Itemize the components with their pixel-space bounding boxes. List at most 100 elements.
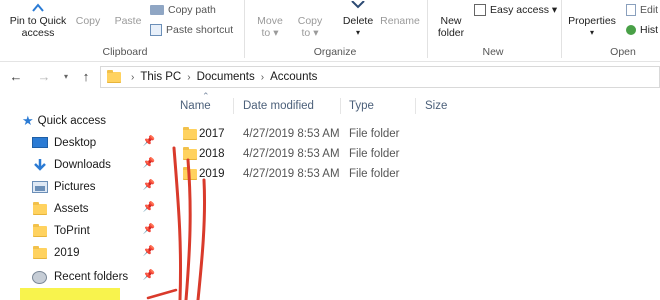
delete-button[interactable]: Delete ▾ xyxy=(338,1,378,39)
edit-button[interactable]: Edit xyxy=(626,4,658,16)
pinned-icon: 📌 xyxy=(142,270,155,281)
column-header-date-modified[interactable]: Date modified xyxy=(243,94,314,118)
history-button[interactable]: Hist xyxy=(626,24,658,36)
pin-label-line2: access xyxy=(21,27,55,39)
file-date-modified: 4/27/2019 8:53 AM xyxy=(243,148,340,160)
easy-access-button[interactable]: Easy access ▾ xyxy=(474,4,557,16)
copy-label: Copy xyxy=(75,15,101,27)
up-button[interactable]: ↑ xyxy=(78,68,94,86)
back-button[interactable]: ← xyxy=(8,68,24,86)
paste-shortcut-label: Paste shortcut xyxy=(166,24,234,36)
copy-to-button[interactable]: Copy to ▾ xyxy=(293,15,327,39)
copy-button[interactable]: Copy xyxy=(72,15,104,27)
recent-locations-dropdown[interactable]: ▾ xyxy=(58,68,74,86)
ribbon-divider xyxy=(244,0,245,58)
file-date-modified: 4/27/2019 8:53 AM xyxy=(243,168,340,180)
nav-item-recent-folders[interactable]: Recent folders 📌 xyxy=(0,266,165,288)
address-box[interactable]: › This PC › Documents › Accounts xyxy=(100,66,660,88)
pin-label-line1: Pin to Quick xyxy=(9,15,67,27)
new-folder-label-1: New xyxy=(440,15,462,27)
ribbon-divider xyxy=(427,0,428,58)
open-group-label: Open xyxy=(610,46,636,58)
pinned-icon: 📌 xyxy=(142,158,155,169)
nav-item-assets[interactable]: Assets 📌 xyxy=(0,198,165,220)
file-row-2017[interactable]: 2017 4/27/2019 8:53 AM File folder xyxy=(180,124,600,144)
nav-item-pictures[interactable]: Pictures 📌 xyxy=(0,176,165,198)
copy-to-label-2: to ▾ xyxy=(301,27,319,39)
column-header-name[interactable]: ⌃ Name xyxy=(180,91,240,118)
pin-to-quick-access-button[interactable]: Pin to Quick access xyxy=(2,3,74,39)
nav-item-label: Assets xyxy=(54,203,89,215)
nav-item-desktop[interactable]: Desktop 📌 xyxy=(0,132,165,154)
nav-item-label: Downloads xyxy=(54,159,111,171)
pin-icon xyxy=(32,3,44,12)
column-header-type[interactable]: Type xyxy=(349,94,374,118)
delete-label: Delete xyxy=(342,15,374,27)
file-name: 2018 xyxy=(199,148,225,160)
pinned-icon: 📌 xyxy=(142,180,155,191)
folder-icon xyxy=(32,202,48,216)
clipboard-group-label: Clipboard xyxy=(102,46,148,58)
easy-access-label: Easy access ▾ xyxy=(490,4,558,16)
rename-label: Rename xyxy=(380,15,420,27)
edit-label: Edit xyxy=(640,4,659,16)
folder-icon xyxy=(32,246,48,260)
paste-shortcut-icon xyxy=(150,24,162,36)
paste-label: Paste xyxy=(114,15,142,27)
nav-quick-access-label: Quick access xyxy=(37,115,107,127)
column-header-size[interactable]: Size xyxy=(425,94,447,118)
column-divider[interactable] xyxy=(415,98,416,114)
move-to-label-2: to ▾ xyxy=(261,27,279,39)
nav-item-toprint[interactable]: ToPrint 📌 xyxy=(0,220,165,242)
file-row-2019[interactable]: 2019 4/27/2019 8:53 AM File folder xyxy=(180,164,600,184)
sort-up-icon: ⌃ xyxy=(202,91,210,101)
recent-folders-icon xyxy=(32,270,48,284)
folder-icon xyxy=(32,224,48,238)
column-divider[interactable] xyxy=(340,98,341,114)
copy-to-label-1: Copy xyxy=(297,15,323,27)
breadcrumb-this-pc[interactable]: This PC xyxy=(140,71,181,83)
nav-item-label: ToPrint xyxy=(54,225,90,237)
star-icon: ★ xyxy=(22,113,34,128)
nav-item-downloads[interactable]: Downloads 📌 xyxy=(0,154,165,176)
new-folder-button[interactable]: New folder xyxy=(432,15,470,39)
copy-path-icon xyxy=(150,5,164,15)
file-type: File folder xyxy=(349,128,400,140)
breadcrumb-documents[interactable]: Documents xyxy=(197,71,255,83)
rename-button[interactable]: Rename xyxy=(378,15,422,27)
move-to-label-1: Move xyxy=(257,15,283,27)
breadcrumb-accounts[interactable]: Accounts xyxy=(270,71,317,83)
file-name: 2019 xyxy=(199,168,225,180)
folder-icon xyxy=(183,127,197,140)
paste-shortcut-button[interactable]: Paste shortcut xyxy=(150,24,233,36)
column-header-type-label: Type xyxy=(349,100,374,112)
nav-quick-access[interactable]: ★ Quick access xyxy=(22,110,165,132)
forward-button[interactable]: → xyxy=(36,68,52,86)
properties-label: Properties xyxy=(568,15,616,27)
paste-button[interactable]: Paste xyxy=(112,15,144,27)
pinned-icon: 📌 xyxy=(142,202,155,213)
nav-item-2019[interactable]: 2019 📌 xyxy=(0,242,165,264)
folder-icon xyxy=(183,167,197,180)
file-type: File folder xyxy=(349,148,400,160)
easy-access-icon xyxy=(474,4,486,16)
breadcrumb-separator: › xyxy=(187,71,191,83)
breadcrumb-separator: › xyxy=(260,71,265,83)
move-to-button[interactable]: Move to ▾ xyxy=(253,15,287,39)
ribbon-divider xyxy=(561,0,562,58)
file-row-2018[interactable]: 2018 4/27/2019 8:53 AM File folder xyxy=(180,144,600,164)
breadcrumb-separator: › xyxy=(131,71,135,83)
copy-path-button[interactable]: Copy path xyxy=(150,4,216,16)
download-icon xyxy=(32,158,48,172)
properties-button[interactable]: Properties ▾ xyxy=(566,15,618,39)
pinned-icon: 📌 xyxy=(142,246,155,257)
folder-icon xyxy=(183,147,197,160)
file-list: ⌃ Name Date modified Type Size 2017 4/27… xyxy=(170,91,660,300)
ribbon: Pin to Quick access Copy Paste Copy path… xyxy=(0,0,660,62)
file-date-modified: 4/27/2019 8:53 AM xyxy=(243,128,340,140)
column-header-size-label: Size xyxy=(425,100,448,112)
nav-item-label: Recent folders xyxy=(54,271,129,283)
desktop-icon xyxy=(32,136,48,150)
column-divider[interactable] xyxy=(233,98,234,114)
new-folder-label-2: folder xyxy=(437,27,465,39)
